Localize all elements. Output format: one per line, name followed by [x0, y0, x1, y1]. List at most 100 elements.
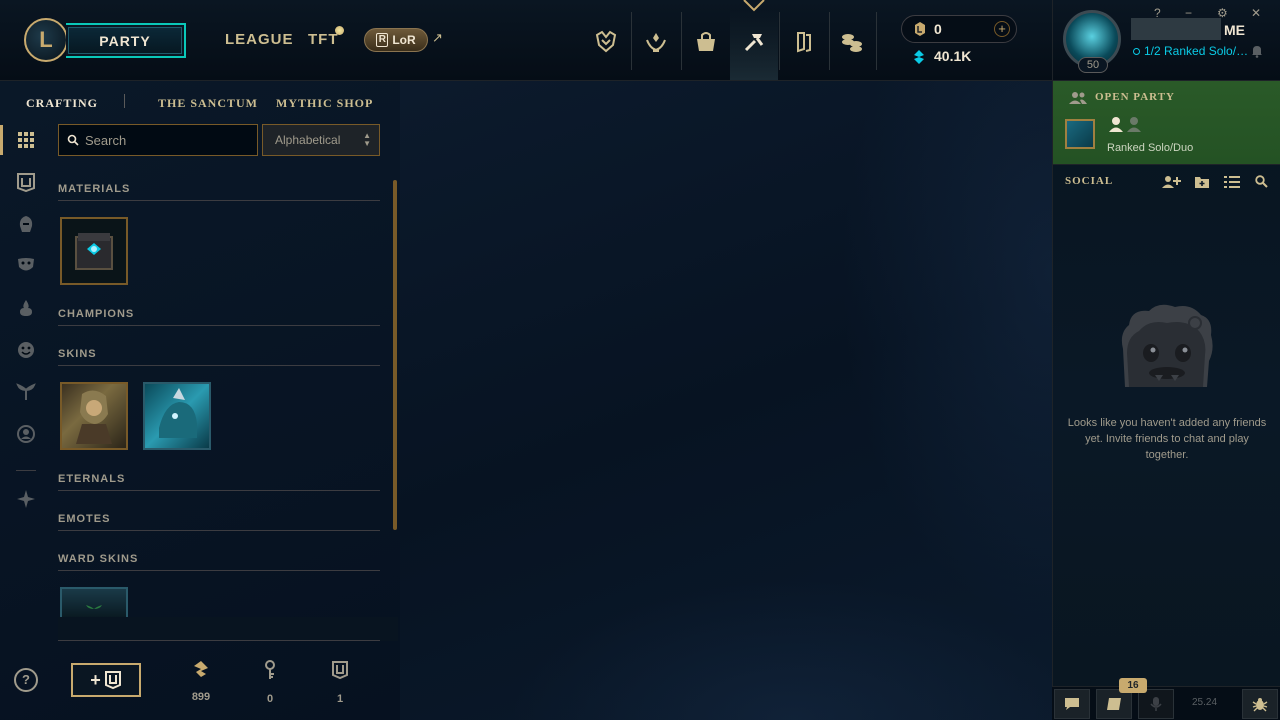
key-icon: [265, 660, 275, 679]
list-view-icon[interactable]: [1224, 175, 1240, 189]
party-button[interactable]: PARTY: [66, 23, 186, 58]
minimize-icon[interactable]: −: [1185, 6, 1192, 20]
filter-all-icon[interactable]: [14, 128, 38, 152]
settings-gear-icon[interactable]: ⚙: [1217, 6, 1228, 20]
loot-scrollbar[interactable]: [393, 180, 397, 530]
close-icon[interactable]: ✕: [1251, 6, 1261, 20]
empty-friends-message: Looks like you haven't added any friends…: [1067, 417, 1267, 461]
orange-essence-icon: [194, 661, 208, 677]
riot-points-value: 0: [934, 21, 942, 37]
filter-ward-skins-icon[interactable]: [14, 380, 38, 404]
queue-label: Ranked Solo/Duo: [1107, 142, 1194, 154]
chest-icon: [104, 671, 121, 690]
inventory-bag-icon[interactable]: [684, 20, 728, 64]
profile-header: 50 ME 1/2 Ranked Solo/Duo ? − ⚙ ✕: [1052, 0, 1280, 81]
blue-essence-icon: [914, 50, 924, 64]
riot-points-display[interactable]: 0 +: [901, 15, 1017, 43]
notification-count-badge: 16: [1119, 678, 1147, 693]
microphone-icon: [1150, 697, 1162, 711]
add-chest-button[interactable]: +: [71, 663, 141, 697]
filter-emotes-icon[interactable]: [14, 338, 38, 362]
bug-icon: [1252, 698, 1268, 712]
social-footer: [1052, 686, 1280, 720]
add-chest-plus: +: [90, 669, 101, 690]
status-text[interactable]: 1/2 Ranked Solo/Duo: [1144, 44, 1252, 58]
filter-eternals-icon[interactable]: [14, 296, 38, 320]
search-input[interactable]: [85, 125, 255, 155]
client-version: 25.24: [1192, 697, 1218, 708]
blue-essence-value: 40.1K: [934, 48, 972, 64]
section-champions: CHAMPIONS: [58, 308, 380, 326]
tft-notification-dot: [335, 26, 344, 35]
top-navigation-bar: L PARTY LEAGUE TFT R LoR ↗ 0 + 40.1K: [0, 0, 1052, 81]
active-tab-caret-icon: [743, 0, 765, 12]
nav-divider: [681, 12, 682, 70]
external-link-icon: ↗: [432, 30, 443, 45]
tab-crafting[interactable]: CRAFTING: [26, 96, 98, 111]
report-bug-button[interactable]: [1242, 689, 1278, 719]
add-friend-icon[interactable]: [1161, 175, 1181, 189]
notification-bell-icon[interactable]: [1251, 44, 1263, 58]
orange-essence-counter: 899: [186, 660, 216, 703]
league-logo-icon[interactable]: L: [24, 18, 68, 62]
filter-skins-icon[interactable]: [14, 253, 38, 277]
loot-search[interactable]: [58, 124, 258, 156]
key-value: 0: [266, 693, 274, 705]
chest-count-icon: [332, 661, 348, 680]
chat-button[interactable]: [1054, 689, 1090, 719]
main-background: [400, 81, 1052, 720]
voice-button[interactable]: [1138, 689, 1174, 719]
collection-icon[interactable]: [782, 20, 826, 64]
filter-divider: [16, 470, 36, 471]
tab-mythic-shop[interactable]: MYTHIC SHOP: [276, 96, 373, 111]
sort-selected-value: Alphabetical: [275, 133, 341, 147]
clash-icon[interactable]: [584, 20, 628, 64]
social-search-icon[interactable]: [1255, 175, 1268, 188]
sort-chevron-icon: ▲ ▼: [363, 131, 371, 148]
party-member-empty-icon[interactable]: [1126, 116, 1142, 132]
notification-card-icon: [1107, 698, 1121, 710]
loot-item-hextech-chest[interactable]: [60, 217, 128, 285]
chest-counter: 1: [325, 660, 355, 705]
open-party-card[interactable]: OPEN PARTY Ranked Solo/Duo: [1053, 81, 1280, 165]
search-icon: [67, 134, 79, 146]
party-members-icon: [1069, 92, 1087, 104]
sort-select[interactable]: Alphabetical ▲ ▼: [262, 124, 380, 156]
loot-item-skin-shard[interactable]: [60, 382, 128, 450]
add-folder-icon[interactable]: [1194, 175, 1210, 189]
footer-divider: [58, 640, 380, 641]
open-party-title: OPEN PARTY: [1095, 91, 1175, 103]
tab-the-sanctum[interactable]: THE SANCTUM: [158, 96, 258, 111]
party-member-filled-icon: [1109, 117, 1123, 132]
poro-icon: [1121, 304, 1213, 387]
list-fade: [58, 617, 398, 641]
section-ward-skins: WARD SKINS: [58, 553, 380, 571]
ranked-icon[interactable]: [634, 20, 678, 64]
nav-tft[interactable]: TFT: [308, 31, 339, 48]
summoner-name-redacted[interactable]: [1131, 18, 1221, 40]
nav-league[interactable]: LEAGUE: [225, 31, 294, 48]
riot-points-icon: [915, 22, 925, 36]
filter-icons-icon[interactable]: [14, 422, 38, 446]
queue-type-icon: [1065, 119, 1095, 149]
filter-champions-icon[interactable]: [14, 212, 38, 236]
skin-portrait-icon: [159, 388, 197, 438]
notifications-button[interactable]: [1096, 689, 1132, 719]
key-counter: 0: [255, 660, 285, 705]
summoner-level-badge: 50: [1078, 57, 1108, 73]
store-coins-icon[interactable]: [830, 20, 874, 64]
lor-button[interactable]: R LoR: [364, 28, 428, 52]
orange-essence-value: 899: [191, 691, 211, 703]
help-button[interactable]: ?: [14, 668, 38, 692]
loot-item-skin-shard[interactable]: [143, 382, 211, 450]
social-header: SOCIAL: [1053, 171, 1280, 193]
subnav-divider: [124, 94, 125, 108]
filter-tft-icon[interactable]: [14, 487, 38, 511]
add-riot-points-button[interactable]: +: [994, 21, 1010, 37]
section-materials: MATERIALS: [58, 183, 380, 201]
loot-item-ward-skin[interactable]: [60, 587, 128, 617]
filter-chests-icon[interactable]: [14, 170, 38, 194]
help-icon[interactable]: ?: [1154, 6, 1161, 20]
section-eternals: ETERNALS: [58, 473, 380, 491]
loot-hextech-icon[interactable]: [732, 20, 776, 64]
